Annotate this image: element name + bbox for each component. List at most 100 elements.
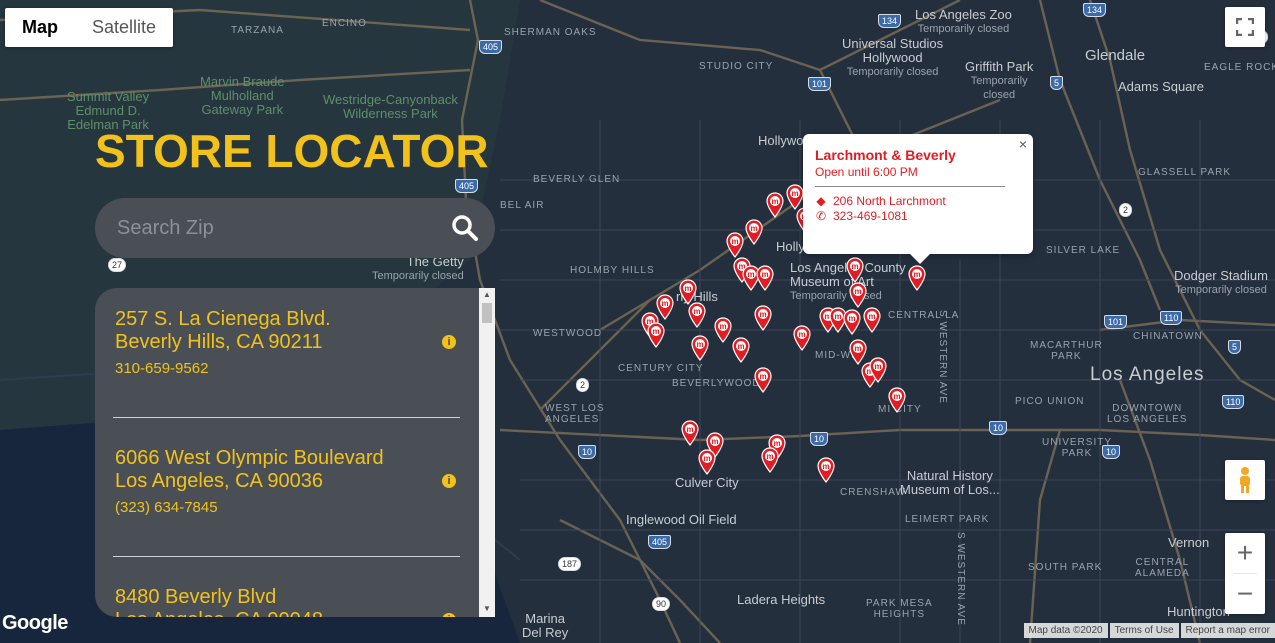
label-western-ave-1: S Western Ave [937, 310, 948, 404]
store-marker-icon[interactable]: m [766, 192, 784, 218]
svg-text:m: m [684, 284, 691, 293]
store-item[interactable]: 257 S. La Cienega Blvd. Beverly Hills, C… [115, 308, 460, 377]
label-los-angeles: Los Angeles [1090, 364, 1205, 385]
store-phone: (323) 634-7845 [115, 499, 218, 516]
close-icon[interactable]: × [1019, 136, 1027, 152]
label-beverly-glen: BEVERLY GLEN [533, 174, 621, 185]
label-south-park: SOUTH PARK [1028, 562, 1103, 573]
store-marker-icon[interactable]: m [756, 265, 774, 291]
shield-405: 405 [648, 535, 672, 549]
store-address-line1: 6066 West Olympic Boulevard [115, 447, 384, 469]
label-eagle-rock: EAGLE ROCK [1204, 62, 1275, 73]
info-icon[interactable]: i [442, 335, 456, 349]
label-glendale: Glendale [1085, 47, 1146, 64]
label-crenshaw: CRENSHAW [840, 487, 906, 498]
store-marker-icon[interactable]: m [754, 305, 772, 331]
label-sherman-oaks: SHERMAN OAKS [504, 27, 597, 38]
store-marker-icon[interactable]: m [726, 232, 744, 258]
map-type-map-button[interactable]: Map [5, 8, 75, 47]
search-icon[interactable] [450, 213, 480, 243]
svg-text:m: m [771, 197, 778, 206]
label-studio-city: STUDIO CITY [699, 61, 774, 72]
store-marker-icon[interactable]: m [843, 309, 861, 335]
info-window-phone-row[interactable]: ✆ 323-469-1081 [815, 209, 908, 223]
info-icon[interactable]: i [442, 474, 456, 488]
shield-101: 101 [1104, 315, 1128, 329]
shield-101: 101 [808, 77, 832, 91]
directions-icon: ◆ [816, 194, 826, 208]
svg-text:m: m [719, 322, 726, 331]
svg-text:m: m [731, 237, 738, 246]
zoom-out-button[interactable]: − [1225, 574, 1265, 614]
store-marker-icon[interactable]: m [681, 420, 699, 446]
svg-text:m: m [693, 307, 700, 316]
scrollbar-thumb[interactable] [482, 303, 492, 323]
store-list-scrollbar[interactable]: ▲ ▼ [479, 288, 495, 617]
store-marker-icon[interactable]: m [888, 387, 906, 413]
svg-text:m: m [737, 342, 744, 351]
store-phone: 310-659-9562 [115, 360, 209, 377]
svg-text:m: m [893, 392, 900, 401]
zoom-in-button[interactable]: + [1225, 533, 1265, 573]
store-marker-icon[interactable]: m [817, 457, 835, 483]
store-marker-icon[interactable]: m [754, 367, 772, 393]
svg-text:m: m [759, 372, 766, 381]
label-century-city: CENTURY CITY [618, 363, 704, 374]
store-item[interactable]: 6066 West Olympic Boulevard Los Angeles,… [115, 447, 460, 516]
store-marker-icon[interactable]: m [846, 257, 864, 283]
label-griffith-park: Griffith Park Temporarily closed [965, 59, 1034, 102]
scroll-down-arrow[interactable]: ▼ [483, 604, 491, 613]
store-marker-icon[interactable]: m [761, 447, 779, 473]
svg-text:m: m [854, 344, 861, 353]
store-marker-icon[interactable]: m [714, 317, 732, 343]
store-list[interactable]: 257 S. La Cienega Blvd. Beverly Hills, C… [95, 288, 495, 617]
store-address-line2: Los Angeles, CA 90036 [115, 470, 323, 492]
store-marker-icon[interactable]: m [688, 302, 706, 328]
label-pico-union: PICO UNION [1015, 396, 1085, 407]
store-marker-icon[interactable]: m [863, 307, 881, 333]
label-hollywood: Hollywo [758, 133, 804, 148]
store-marker-icon[interactable]: m [745, 219, 763, 245]
svg-text:m: m [652, 327, 659, 336]
label-universal: Universal Studios Hollywood Temporarily c… [842, 36, 944, 79]
store-marker-icon[interactable]: m [908, 265, 926, 291]
svg-text:m: m [791, 189, 798, 198]
store-marker-icon[interactable]: m [849, 282, 867, 308]
label-westwood: WESTWOOD [533, 328, 603, 339]
store-marker-icon[interactable]: m [869, 357, 887, 383]
svg-text:m: m [913, 270, 920, 279]
info-window-status: Open until 6:00 PM [815, 165, 918, 179]
map-type-satellite-button[interactable]: Satellite [75, 8, 173, 47]
shield-110: 110 [1160, 311, 1183, 325]
info-window-address-row[interactable]: ◆ 206 North Larchmont [815, 194, 946, 208]
shield-405: 405 [479, 40, 503, 54]
phone-icon: ✆ [815, 209, 827, 223]
terms-link[interactable]: Terms of Use [1109, 623, 1179, 638]
shield-5: 5 [1228, 340, 1242, 354]
store-marker-icon[interactable]: m [691, 335, 709, 361]
pegman-icon [1240, 467, 1250, 493]
svg-text:m: m [834, 312, 841, 321]
shield-90: 90 [652, 597, 671, 611]
svg-text:m: m [711, 437, 718, 446]
shield-10: 10 [1102, 445, 1121, 459]
label-macarthur: MACARTHUR PARK [1030, 340, 1103, 362]
label-west-la: WEST LOS ANGELES [545, 403, 605, 425]
scroll-up-arrow[interactable]: ▲ [483, 290, 491, 299]
label-chinatown: CHINATOWN [1133, 331, 1203, 342]
label-central-la: CENTRAL LA [888, 310, 960, 321]
street-view-button[interactable] [1225, 460, 1265, 500]
store-marker-icon[interactable]: m [793, 325, 811, 351]
label-natural-history: Natural History Museum of Los... [900, 468, 1000, 497]
svg-text:m: m [750, 224, 757, 233]
info-window-address: 206 North Larchmont [833, 194, 946, 208]
zoom-control: + − [1225, 533, 1265, 614]
label-vernon: Vernon [1168, 535, 1210, 550]
store-item[interactable]: 8480 Beverly Blvd Los Angeles, CA 90048 … [115, 586, 460, 617]
report-error-link[interactable]: Report a map error [1180, 623, 1275, 638]
store-marker-icon[interactable]: m [647, 322, 665, 348]
fullscreen-button[interactable] [1225, 7, 1265, 47]
store-marker-icon[interactable]: m [698, 449, 716, 475]
store-marker-icon[interactable]: m [732, 337, 750, 363]
search-input[interactable] [115, 215, 439, 241]
